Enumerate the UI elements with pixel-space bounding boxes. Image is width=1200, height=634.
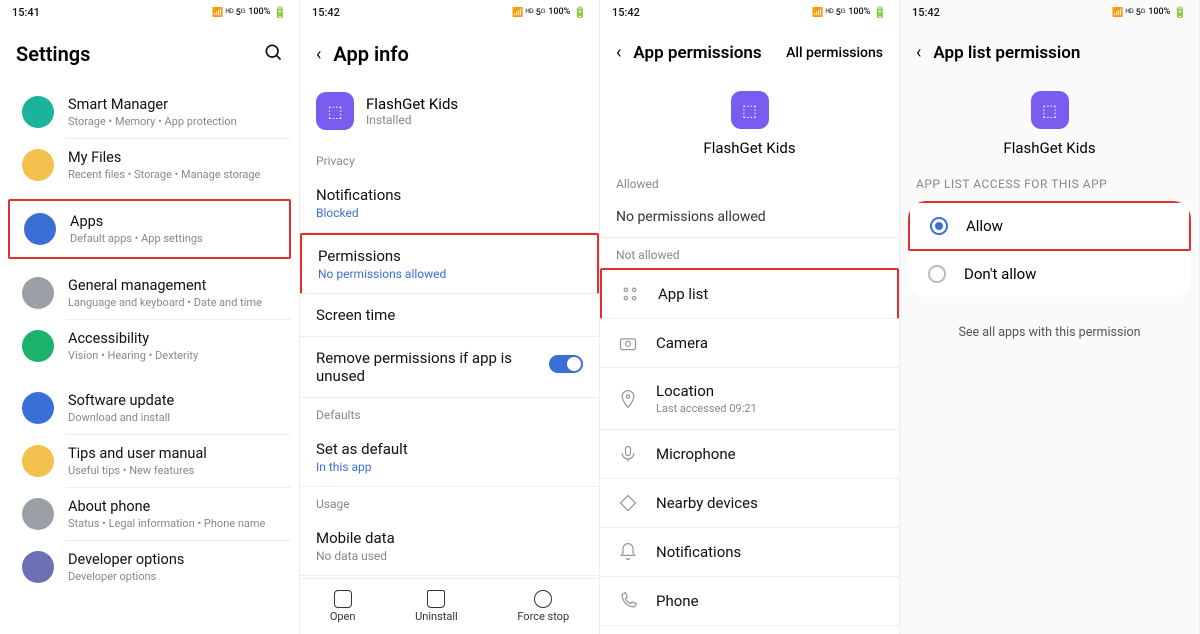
radio-icon[interactable] xyxy=(930,217,948,235)
page-title: App permissions xyxy=(633,43,761,63)
settings-row[interactable]: Developer optionsDeveloper options xyxy=(8,541,291,593)
settings-row[interactable]: About phoneStatus • Legal information • … xyxy=(8,488,291,540)
clock: 15:42 xyxy=(312,6,340,19)
permission-row[interactable]: App list xyxy=(600,268,899,319)
uninstall-button[interactable]: Uninstall xyxy=(415,590,458,623)
permission-row[interactable]: Camera xyxy=(600,319,899,368)
permission-row[interactable]: Nearby devices xyxy=(600,479,899,528)
search-icon[interactable] xyxy=(263,42,283,66)
back-icon[interactable]: ‹ xyxy=(916,42,921,63)
app-name: FlashGet Kids xyxy=(703,139,795,157)
pin-icon xyxy=(618,389,638,409)
phone-icon xyxy=(618,591,638,611)
back-icon[interactable]: ‹ xyxy=(316,44,321,65)
force-stop-button[interactable]: Force stop xyxy=(517,590,569,623)
app-name: FlashGet Kids xyxy=(366,95,458,113)
camera-icon xyxy=(618,333,638,353)
page-title: App info xyxy=(333,42,408,66)
all-permissions-link[interactable]: All permissions xyxy=(786,45,883,61)
app-icon: ⬚ xyxy=(316,92,354,130)
back-icon[interactable]: ‹ xyxy=(616,42,621,63)
radio-option[interactable]: Allow xyxy=(908,201,1191,251)
status-bar: 15:41 📶 ᴴᴰ 5ᴳ100%🔋 xyxy=(0,0,299,24)
mic-icon xyxy=(618,444,638,464)
bell-icon xyxy=(618,542,638,562)
clock: 15:42 xyxy=(612,6,640,19)
privacy-row[interactable]: Screen time xyxy=(300,294,599,337)
page-title: Settings xyxy=(16,42,90,66)
page-title: App list permission xyxy=(933,43,1080,63)
status-bar: 15:42 📶 ᴴᴰ 5ᴳ100%🔋 xyxy=(900,0,1199,24)
settings-row[interactable]: Smart ManagerStorage • Memory • App prot… xyxy=(8,86,291,138)
settings-row[interactable]: General managementLanguage and keyboard … xyxy=(8,267,291,319)
category-icon xyxy=(22,96,54,128)
privacy-row[interactable]: Remove permissions if app is unused xyxy=(300,337,599,398)
category-icon xyxy=(22,277,54,309)
clock: 15:42 xyxy=(912,6,940,19)
page-header: Settings xyxy=(0,24,299,78)
settings-row[interactable]: AppsDefault apps • App settings xyxy=(10,203,289,255)
permission-row[interactable]: Microphone xyxy=(600,430,899,479)
privacy-row[interactable]: PermissionsNo permissions allowed xyxy=(300,233,599,294)
open-button[interactable]: Open xyxy=(330,590,356,623)
settings-row[interactable]: My FilesRecent files • Storage • Manage … xyxy=(8,139,291,191)
permission-row[interactable]: Phone xyxy=(600,577,899,626)
settings-row[interactable]: Tips and user manualUseful tips • New fe… xyxy=(8,435,291,487)
category-icon xyxy=(22,551,54,583)
category-icon xyxy=(22,149,54,181)
permission-row[interactable]: LocationLast accessed 09:21 xyxy=(600,368,899,430)
settings-row[interactable]: AccessibilityVision • Hearing • Dexterit… xyxy=(8,320,291,372)
status-bar: 15:42 📶 ᴴᴰ 5ᴳ100%🔋 xyxy=(300,0,599,24)
radio-option[interactable]: Don't allow xyxy=(908,251,1191,297)
see-all-apps-link[interactable]: See all apps with this permission xyxy=(900,301,1199,364)
grid-icon xyxy=(620,284,640,304)
clock: 15:41 xyxy=(12,6,40,19)
toggle-switch[interactable] xyxy=(549,355,583,373)
privacy-row[interactable]: NotificationsBlocked xyxy=(300,174,599,233)
settings-row[interactable]: Software updateDownload and install xyxy=(8,382,291,434)
status-bar: 15:42 📶 ᴴᴰ 5ᴳ100%🔋 xyxy=(600,0,899,24)
usage-row[interactable]: Mobile dataNo data used xyxy=(300,517,599,576)
category-icon xyxy=(24,213,56,245)
set-as-default-row[interactable]: Set as default In this app xyxy=(300,428,599,487)
app-icon: ⬚ xyxy=(731,91,769,129)
app-name: FlashGet Kids xyxy=(1003,139,1095,157)
bottom-bar: Open Uninstall Force stop xyxy=(300,578,599,634)
category-icon xyxy=(22,445,54,477)
category-icon xyxy=(22,392,54,424)
category-icon xyxy=(22,498,54,530)
nearby-icon xyxy=(618,493,638,513)
category-icon xyxy=(22,330,54,362)
permission-row[interactable]: Notifications xyxy=(600,528,899,577)
no-permissions-text: No permissions allowed xyxy=(600,197,899,238)
radio-icon[interactable] xyxy=(928,265,946,283)
app-icon: ⬚ xyxy=(1031,91,1069,129)
